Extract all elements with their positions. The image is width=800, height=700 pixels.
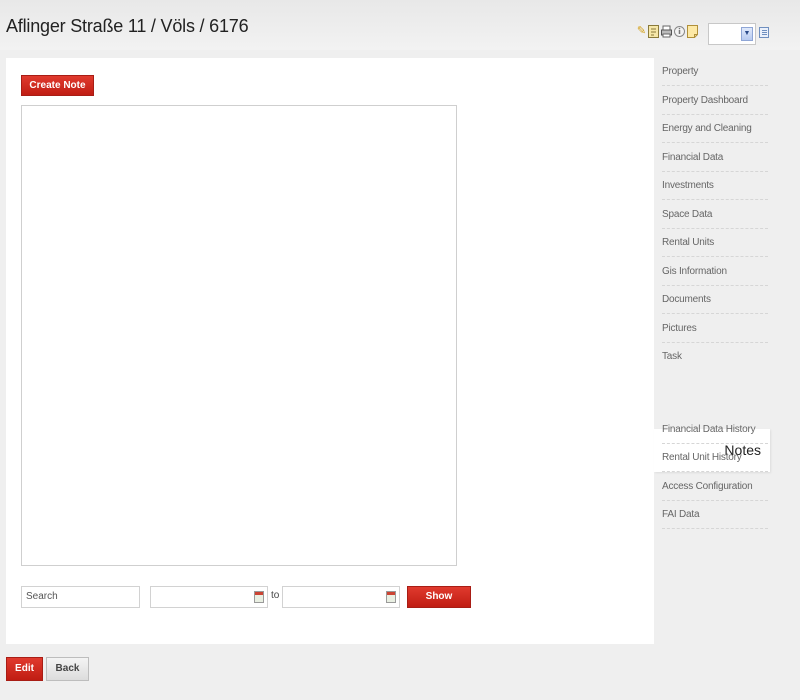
back-button[interactable]: Back [46, 657, 89, 681]
page-title: Aflinger Straße 11 / Völs / 6176 [6, 16, 249, 36]
sidebar-item-energy-and-cleaning[interactable]: Energy and Cleaning [662, 115, 768, 143]
chevron-down-icon[interactable]: ▼ [741, 27, 753, 41]
date-range-to-label: to [271, 590, 280, 601]
date-from-field[interactable] [150, 586, 268, 608]
sidebar-item-fai-data[interactable]: FAI Data [662, 501, 768, 529]
notes-list-area [21, 105, 457, 566]
calendar-icon[interactable] [386, 591, 396, 603]
create-note-button[interactable]: Create Note [21, 75, 94, 96]
sidebar-item-access-configuration[interactable]: Access Configuration [662, 473, 768, 501]
note-icon[interactable] [687, 25, 698, 38]
show-button[interactable]: Show [407, 586, 471, 608]
sidebar-item-property-dashboard[interactable]: Property Dashboard [662, 87, 768, 115]
sidebar-item-pictures[interactable]: Pictures [662, 315, 768, 343]
info-icon[interactable] [674, 25, 685, 38]
search-input[interactable]: Search [21, 586, 140, 608]
sidebar-item-documents[interactable]: Documents [662, 286, 768, 314]
sidebar-item-gis-information[interactable]: Gis Information [662, 258, 768, 286]
sidebar-item-task[interactable]: Task [662, 343, 768, 371]
calendar-icon[interactable] [254, 591, 264, 603]
edit-button[interactable]: Edit [6, 657, 43, 681]
pencil-icon[interactable]: ✎ [636, 25, 647, 38]
sidebar-item-rental-units[interactable]: Rental Units [662, 229, 768, 257]
date-to-field[interactable] [282, 586, 400, 608]
sidebar-item-rental-unit-history[interactable]: Rental Unit History [662, 444, 768, 472]
sidebar-item-investments[interactable]: Investments [662, 172, 768, 200]
print-icon[interactable] [661, 25, 672, 38]
toolbar-select[interactable]: ▼ [708, 23, 756, 45]
sidebar-item-financial-data-history[interactable]: Financial Data History [662, 416, 768, 444]
sidebar-item-space-data[interactable]: Space Data [662, 201, 768, 229]
edit-document-icon[interactable] [648, 25, 659, 38]
list-icon[interactable] [759, 27, 769, 38]
sidebar-item-financial-data[interactable]: Financial Data [662, 144, 768, 172]
sidebar-item-property[interactable]: Property [662, 58, 768, 86]
